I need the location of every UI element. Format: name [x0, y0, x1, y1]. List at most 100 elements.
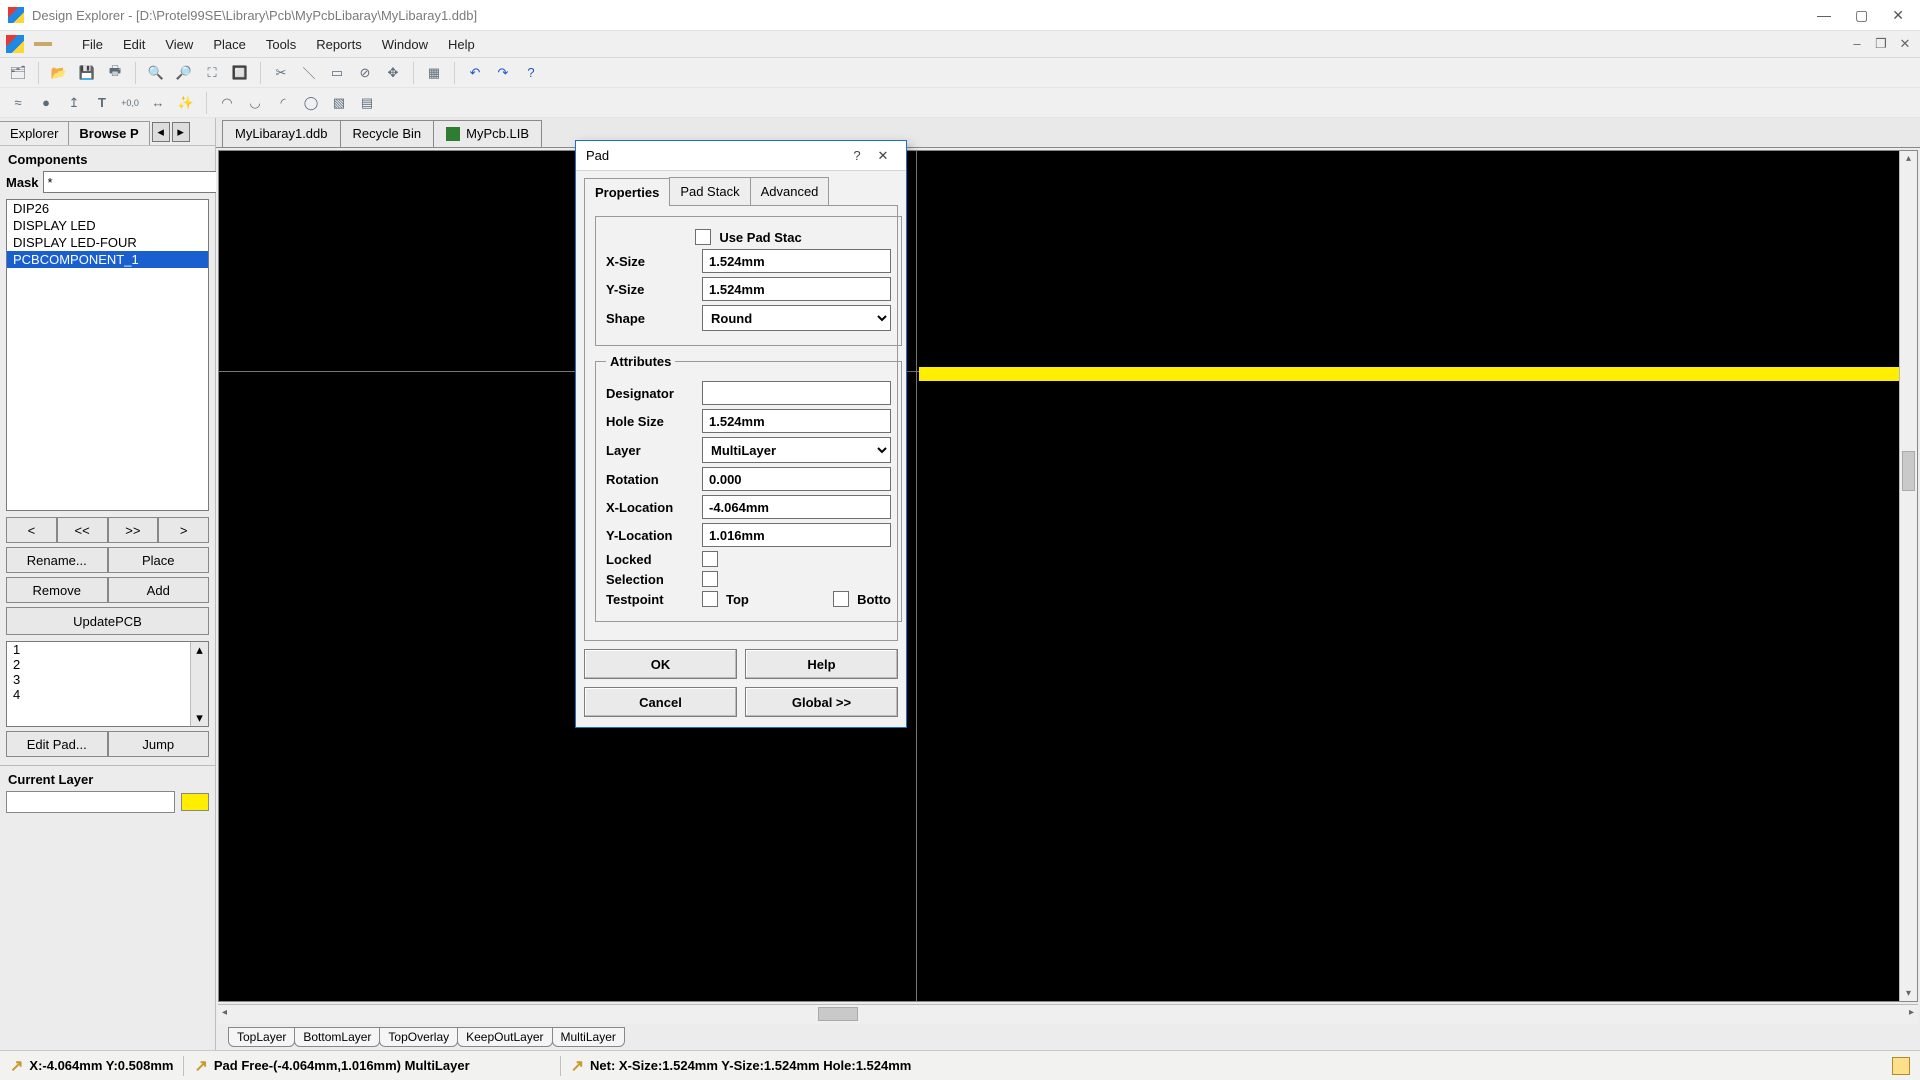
print-icon[interactable]: 🖶: [103, 61, 127, 85]
help-button[interactable]: Help: [745, 649, 898, 679]
layer-tab-keepout[interactable]: KeepOutLayer: [457, 1027, 552, 1047]
xlocation-input[interactable]: [702, 495, 891, 519]
help-icon[interactable]: ?: [519, 61, 543, 85]
cut-icon[interactable]: ✂: [269, 61, 293, 85]
menu-tools[interactable]: Tools: [256, 33, 306, 56]
pcb-canvas[interactable]: [218, 150, 1918, 1002]
track-icon[interactable]: ≈: [6, 91, 30, 115]
menu-view[interactable]: View: [155, 33, 203, 56]
jump-button[interactable]: Jump: [108, 731, 210, 757]
dialog-titlebar[interactable]: Pad ? ✕: [576, 141, 906, 171]
scrollbar-thumb[interactable]: [818, 1007, 858, 1021]
selection-checkbox[interactable]: [702, 571, 718, 587]
ok-button[interactable]: OK: [584, 649, 737, 679]
component-list[interactable]: DIP26 DISPLAY LED DISPLAY LED-FOUR PCBCO…: [6, 199, 209, 511]
layer-tab-bottom[interactable]: BottomLayer: [294, 1027, 380, 1047]
mdi-minimize-button[interactable]: –: [1848, 36, 1866, 52]
pad-icon[interactable]: ●: [34, 91, 58, 115]
via-icon[interactable]: ↥: [62, 91, 86, 115]
tab-explorer[interactable]: Explorer: [0, 121, 69, 145]
grid-icon[interactable]: ▦: [422, 61, 446, 85]
tab-advanced[interactable]: Advanced: [750, 177, 830, 205]
menu-reports[interactable]: Reports: [306, 33, 372, 56]
layer-select[interactable]: MultiLayer: [702, 437, 891, 463]
tab-properties[interactable]: Properties: [584, 178, 670, 206]
undo-icon[interactable]: ↶: [463, 61, 487, 85]
current-layer-combo[interactable]: [6, 791, 175, 813]
wand-icon[interactable]: ✨: [174, 91, 198, 115]
list-item[interactable]: DISPLAY LED-FOUR: [7, 234, 208, 251]
open-icon[interactable]: 📂: [47, 61, 71, 85]
list-item[interactable]: 2: [7, 657, 208, 672]
arc-center-icon[interactable]: ◠: [215, 91, 239, 115]
scroll-left-icon[interactable]: ◂: [222, 1007, 227, 1018]
rename-button[interactable]: Rename...: [6, 547, 108, 573]
dimension-icon[interactable]: ↔: [146, 91, 170, 115]
update-pcb-button[interactable]: UpdatePCB: [6, 607, 209, 635]
remove-button[interactable]: Remove: [6, 577, 108, 603]
place-button[interactable]: Place: [108, 547, 210, 573]
locked-checkbox[interactable]: [702, 551, 718, 567]
tab-scroll-left-icon[interactable]: ◂: [152, 122, 170, 142]
list-item-selected[interactable]: PCBCOMPONENT_1: [7, 251, 208, 268]
pad-number-list[interactable]: 1 2 3 4 ▴▾: [6, 641, 209, 727]
layer-tab-top[interactable]: TopLayer: [228, 1027, 295, 1047]
coord-icon[interactable]: +0,0: [118, 91, 142, 115]
doc-tab-mypcb[interactable]: MyPcb.LIB: [433, 120, 542, 147]
clear-icon[interactable]: ＼: [297, 61, 321, 85]
zoom-window-icon[interactable]: 🔲: [228, 61, 252, 85]
menu-place[interactable]: Place: [203, 33, 256, 56]
global-button[interactable]: Global >>: [745, 687, 898, 717]
shape-select[interactable]: Round: [702, 305, 891, 331]
status-info-icon[interactable]: [1892, 1057, 1910, 1075]
edit-pad-button[interactable]: Edit Pad...: [6, 731, 108, 757]
use-pad-stack-checkbox[interactable]: [695, 229, 711, 245]
ylocation-input[interactable]: [702, 523, 891, 547]
list-scrollbar[interactable]: ▴▾: [190, 642, 208, 726]
layer-tab-multilayer[interactable]: MultiLayer: [552, 1027, 625, 1047]
add-button[interactable]: Add: [108, 577, 210, 603]
xsize-input[interactable]: [702, 249, 891, 273]
nav-prev-button[interactable]: <: [6, 517, 57, 543]
doc-tab-recyclebin[interactable]: Recycle Bin: [340, 120, 435, 147]
redo-icon[interactable]: ↷: [491, 61, 515, 85]
zoom-out-icon[interactable]: 🔎: [172, 61, 196, 85]
menu-file[interactable]: File: [72, 33, 113, 56]
designator-input[interactable]: [702, 381, 891, 405]
mask-input[interactable]: [43, 171, 229, 193]
nav-next-button[interactable]: >: [158, 517, 209, 543]
mdi-restore-button[interactable]: ❐: [1872, 36, 1890, 52]
full-circle-icon[interactable]: ◯: [299, 91, 323, 115]
ysize-input[interactable]: [702, 277, 891, 301]
canvas-vertical-scrollbar[interactable]: [1899, 151, 1917, 1001]
cancel-button[interactable]: Cancel: [584, 687, 737, 717]
list-item[interactable]: DISPLAY LED: [7, 217, 208, 234]
dialog-help-icon[interactable]: ?: [844, 148, 870, 163]
zoom-in-icon[interactable]: 🔍: [144, 61, 168, 85]
list-item[interactable]: 3: [7, 672, 208, 687]
tree-icon[interactable]: 🗂: [6, 61, 30, 85]
fill-icon[interactable]: ▧: [327, 91, 351, 115]
mdi-close-button[interactable]: ✕: [1896, 36, 1914, 52]
scroll-right-icon[interactable]: ▸: [1909, 1007, 1914, 1018]
nav-first-button[interactable]: <<: [57, 517, 108, 543]
arc-any-icon[interactable]: ◜: [271, 91, 295, 115]
nav-last-button[interactable]: >>: [108, 517, 159, 543]
layer-tab-topoverlay[interactable]: TopOverlay: [379, 1027, 458, 1047]
select-rect-icon[interactable]: ▭: [325, 61, 349, 85]
list-item[interactable]: 1: [7, 642, 208, 657]
tab-pad-stack[interactable]: Pad Stack: [669, 177, 750, 205]
scrollbar-thumb[interactable]: [1902, 451, 1915, 491]
arc-edge-icon[interactable]: ◡: [243, 91, 267, 115]
tab-scroll-right-icon[interactable]: ▸: [172, 122, 190, 142]
save-icon[interactable]: 💾: [75, 61, 99, 85]
move-icon[interactable]: ✥: [381, 61, 405, 85]
close-button[interactable]: ✕: [1892, 7, 1904, 24]
list-item[interactable]: DIP26: [7, 200, 208, 217]
testpoint-bottom-checkbox[interactable]: [833, 591, 849, 607]
doc-tab-ddb[interactable]: MyLibaray1.ddb: [222, 120, 341, 147]
menu-window[interactable]: Window: [372, 33, 438, 56]
dialog-close-icon[interactable]: ✕: [870, 148, 896, 164]
string-icon[interactable]: T: [90, 91, 114, 115]
array-icon[interactable]: ▤: [355, 91, 379, 115]
